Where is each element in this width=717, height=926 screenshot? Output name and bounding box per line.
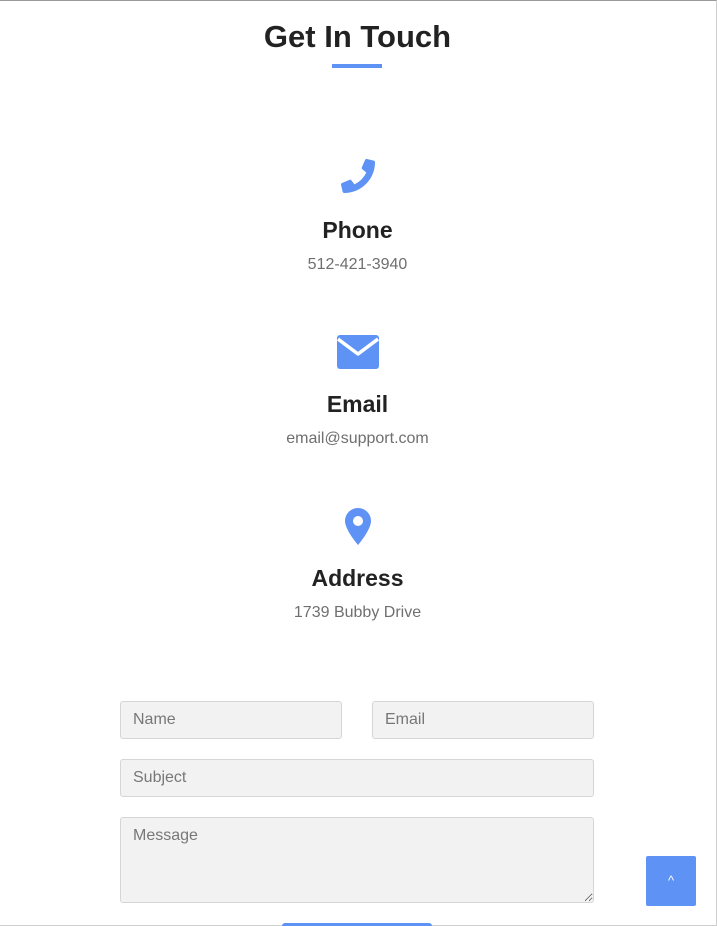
name-input[interactable]	[120, 701, 342, 739]
contact-item-address: Address 1739 Bubby Drive	[0, 508, 715, 622]
contact-section: Get In Touch Phone 512-421-3940 Email em…	[0, 0, 717, 926]
email-heading: Email	[326, 391, 389, 417]
email-value: email@support.com	[286, 430, 429, 447]
subject-input[interactable]	[120, 759, 594, 797]
phone-icon	[340, 159, 375, 193]
contact-item-email: Email email@support.com	[0, 335, 715, 448]
address-heading: Address	[311, 565, 404, 591]
email-input[interactable]	[372, 701, 594, 739]
phone-heading: Phone	[322, 217, 393, 243]
contact-item-phone: Phone 512-421-3940	[0, 159, 715, 274]
phone-value: 512-421-3940	[307, 256, 408, 273]
title-underline	[332, 64, 382, 68]
back-to-top-button[interactable]: ^	[646, 856, 696, 906]
chevron-up-icon: ^	[667, 873, 675, 888]
section-title: Get In Touch	[263, 19, 452, 54]
envelope-icon	[336, 335, 379, 369]
address-value: 1739 Bubby Drive	[293, 604, 422, 621]
message-textarea[interactable]	[120, 817, 594, 903]
map-pin-icon	[344, 508, 371, 545]
